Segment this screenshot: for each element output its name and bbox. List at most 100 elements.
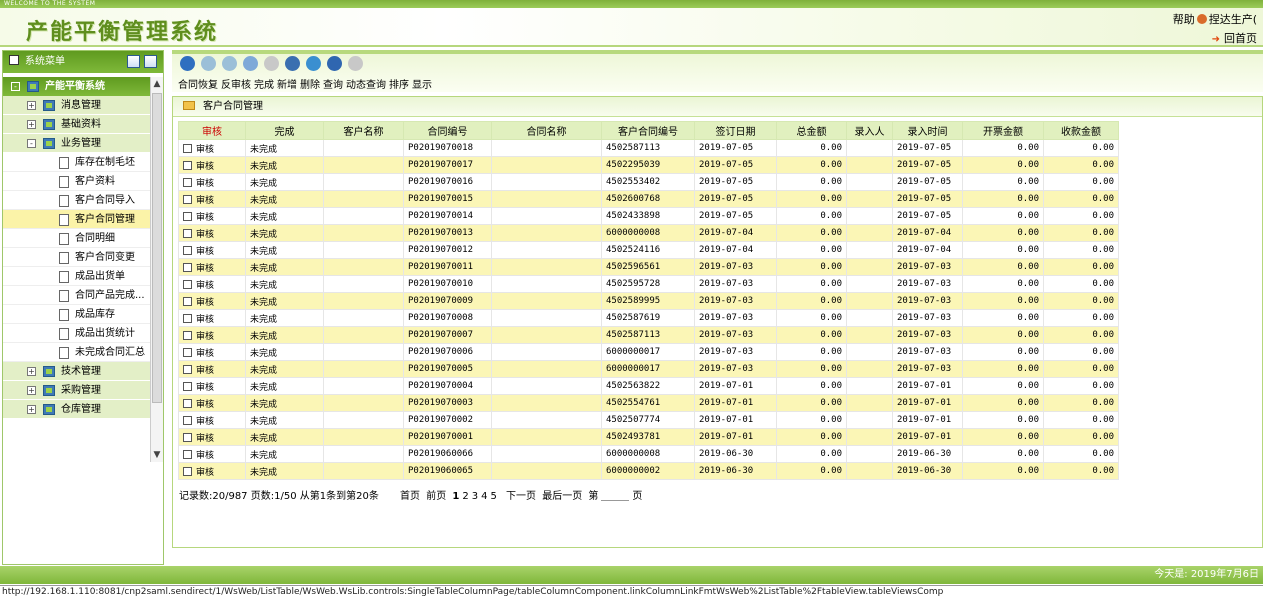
- audit-link[interactable]: 审核: [196, 196, 214, 206]
- collapse-toggle-icon[interactable]: -: [11, 82, 20, 91]
- table-row[interactable]: 审核 未完成 P02019070012 4502524116 2019-07-04 0.0…: [178, 241, 1119, 259]
- row-checkbox[interactable]: [183, 330, 192, 340]
- table-row[interactable]: 审核 未完成 P02019070014 4502433898 2019-07-05 0.0…: [178, 207, 1119, 225]
- collapse-toggle-icon[interactable]: -: [27, 139, 36, 148]
- toolbar-action-icon[interactable]: [285, 56, 300, 71]
- column-header[interactable]: 总金额: [776, 121, 847, 140]
- audit-link[interactable]: 审核: [196, 213, 214, 223]
- audit-link[interactable]: 审核: [196, 383, 214, 393]
- page-number-link[interactable]: 2: [462, 491, 468, 502]
- audit-link[interactable]: 审核: [196, 264, 214, 274]
- list-view-icon[interactable]: [127, 55, 140, 68]
- tree-leaf[interactable]: 库存在制毛坯: [3, 153, 151, 172]
- page-number-input[interactable]: [601, 489, 630, 501]
- row-checkbox[interactable]: [183, 194, 192, 204]
- column-header[interactable]: 完成: [245, 121, 324, 140]
- tree-leaf[interactable]: 客户合同管理: [3, 210, 151, 229]
- row-checkbox[interactable]: [183, 347, 192, 357]
- column-header[interactable]: 客户名称: [323, 121, 404, 140]
- page-number-link[interactable]: 4: [481, 491, 487, 502]
- tree-group[interactable]: - 业务管理: [3, 134, 151, 153]
- home-link[interactable]: ➜ 回首页: [1212, 30, 1257, 46]
- table-row[interactable]: 审核 未完成 P02019070003 4502554761 2019-07-01 0.0…: [178, 394, 1119, 412]
- table-row[interactable]: 审核 未完成 P02019070005 6000000017 2019-07-03 0.0…: [178, 360, 1119, 378]
- tree-leaf[interactable]: 合同产品完成...: [3, 286, 151, 305]
- column-header[interactable]: 开票金额: [962, 121, 1044, 140]
- prev-page-link[interactable]: 前页: [426, 491, 446, 502]
- table-row[interactable]: 审核 未完成 P02019070017 4502295039 2019-07-05 0.0…: [178, 156, 1119, 174]
- column-header[interactable]: 合同编号: [403, 121, 492, 140]
- row-checkbox[interactable]: [183, 415, 192, 425]
- table-row[interactable]: 审核 未完成 P02019070016 4502553402 2019-07-05 0.0…: [178, 173, 1119, 191]
- toolbar-action-button[interactable]: 新增: [277, 80, 297, 91]
- scroll-up-icon[interactable]: ▲: [151, 77, 163, 91]
- table-row[interactable]: 审核 未完成 P02019070006 6000000017 2019-07-03 0.0…: [178, 343, 1119, 361]
- audit-link[interactable]: 审核: [196, 400, 214, 410]
- column-header[interactable]: 审核: [178, 121, 246, 140]
- tree-leaf[interactable]: 合同明细: [3, 229, 151, 248]
- row-checkbox[interactable]: [183, 228, 192, 238]
- table-row[interactable]: 审核 未完成 P02019070013 6000000008 2019-07-04 0.0…: [178, 224, 1119, 242]
- row-checkbox[interactable]: [183, 211, 192, 221]
- audit-link[interactable]: 审核: [196, 247, 214, 257]
- toolbar-action-button[interactable]: 删除: [300, 80, 320, 91]
- row-checkbox[interactable]: [183, 177, 192, 187]
- row-checkbox[interactable]: [183, 245, 192, 255]
- audit-link[interactable]: 审核: [196, 366, 214, 376]
- tree-group[interactable]: + 技术管理: [3, 362, 151, 381]
- toolbar-action-button[interactable]: 显示: [412, 80, 432, 91]
- row-checkbox[interactable]: [183, 381, 192, 391]
- tree-leaf[interactable]: 客户合同导入: [3, 191, 151, 210]
- toolbar-action-icon[interactable]: [306, 56, 321, 71]
- tree-leaf[interactable]: 客户合同变更: [3, 248, 151, 267]
- audit-link[interactable]: 审核: [196, 349, 214, 359]
- toolbar-action-button[interactable]: 排序: [389, 80, 409, 91]
- row-checkbox[interactable]: [183, 143, 192, 153]
- audit-link[interactable]: 审核: [196, 451, 214, 461]
- first-page-link[interactable]: 首页: [400, 491, 420, 502]
- page-number-link[interactable]: 3: [472, 491, 478, 502]
- toolbar-action-button[interactable]: 反审核: [221, 80, 251, 91]
- audit-link[interactable]: 审核: [196, 281, 214, 291]
- audit-link[interactable]: 审核: [196, 230, 214, 240]
- page-number-link[interactable]: 1: [452, 491, 459, 502]
- audit-link[interactable]: 审核: [196, 417, 214, 427]
- toolbar-action-icon[interactable]: [180, 56, 195, 71]
- tree-leaf[interactable]: 成品库存: [3, 305, 151, 324]
- table-row[interactable]: 审核 未完成 P02019070010 4502595728 2019-07-03 0.0…: [178, 275, 1119, 293]
- table-row[interactable]: 审核 未完成 P02019070011 4502596561 2019-07-03 0.0…: [178, 258, 1119, 276]
- column-header[interactable]: 收款金额: [1043, 121, 1119, 140]
- column-header[interactable]: 客户合同编号: [601, 121, 695, 140]
- row-checkbox[interactable]: [183, 432, 192, 442]
- row-checkbox[interactable]: [183, 466, 192, 476]
- row-checkbox[interactable]: [183, 449, 192, 459]
- audit-link[interactable]: 审核: [196, 468, 214, 478]
- column-header[interactable]: 录入人: [846, 121, 893, 140]
- expand-toggle-icon[interactable]: +: [27, 120, 36, 129]
- help-link[interactable]: 帮助: [1173, 13, 1195, 26]
- toolbar-action-icon[interactable]: [243, 56, 258, 71]
- audit-link[interactable]: 审核: [196, 145, 214, 155]
- expand-toggle-icon[interactable]: +: [27, 405, 36, 414]
- page-number-link[interactable]: 5: [490, 491, 496, 502]
- column-header[interactable]: 签订日期: [694, 121, 777, 140]
- tree-group[interactable]: + 基础资料: [3, 115, 151, 134]
- audit-link[interactable]: 审核: [196, 315, 214, 325]
- table-row[interactable]: 审核 未完成 P02019070002 4502507774 2019-07-01 0.0…: [178, 411, 1119, 429]
- tree-group[interactable]: + 采购管理: [3, 381, 151, 400]
- table-row[interactable]: 审核 未完成 P02019060065 6000000002 2019-06-30 0.0…: [178, 462, 1119, 480]
- next-page-link[interactable]: 下一页: [506, 491, 536, 502]
- tree-group[interactable]: + 仓库管理: [3, 400, 151, 419]
- audit-link[interactable]: 审核: [196, 179, 214, 189]
- audit-link[interactable]: 审核: [196, 332, 214, 342]
- row-checkbox[interactable]: [183, 262, 192, 272]
- row-checkbox[interactable]: [183, 279, 192, 289]
- table-row[interactable]: 审核 未完成 P02019070001 4502493781 2019-07-01 0.0…: [178, 428, 1119, 446]
- tree-group[interactable]: + 消息管理: [3, 96, 151, 115]
- scroll-down-icon[interactable]: ▼: [151, 448, 163, 462]
- tree-root[interactable]: - 产能平衡系统: [3, 77, 151, 96]
- last-page-link[interactable]: 最后一页: [542, 491, 582, 502]
- tree-leaf[interactable]: 未完成合同汇总: [3, 343, 151, 362]
- table-row[interactable]: 审核 未完成 P02019060066 6000000008 2019-06-30 0.0…: [178, 445, 1119, 463]
- toolbar-action-button[interactable]: 动态查询: [346, 80, 386, 91]
